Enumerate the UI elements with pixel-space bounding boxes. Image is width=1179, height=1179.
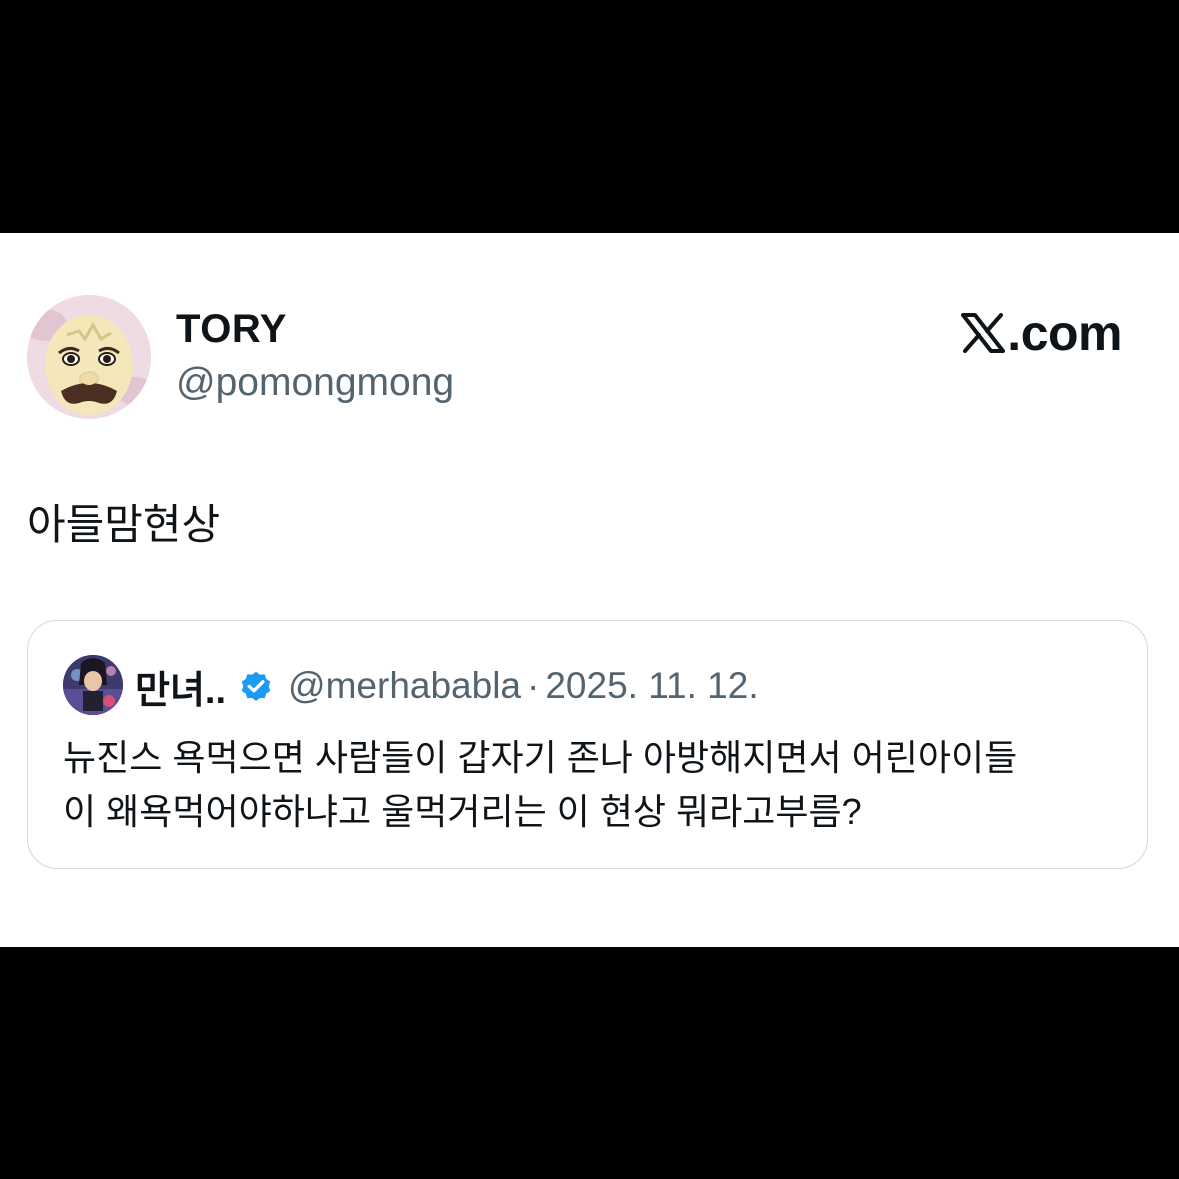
quoted-avatar-illustration — [63, 655, 123, 715]
header-separator: · — [527, 665, 540, 706]
quoted-author-avatar[interactable] — [63, 655, 123, 715]
screenshot-frame: TORY @pomongmong .com 아들맘현상 만녀.. @merhab… — [0, 0, 1179, 1179]
quoted-text-line: 이 왜욕먹어야하냐고 울먹거리는 이 현상 뭐라고부름? — [63, 791, 862, 832]
quoted-author-handle[interactable]: @merhababla — [288, 665, 521, 707]
author-handle[interactable]: @pomongmong — [176, 361, 454, 405]
quoted-tweet-date[interactable]: 2025. 11. 12. — [545, 665, 758, 707]
verified-badge-icon — [241, 671, 271, 701]
quoted-tweet[interactable]: 만녀.. @merhababla · 2025. 11. 12. 뉴진스 욕먹으… — [27, 620, 1148, 869]
quoted-text-line: 뉴진스 욕먹으면 사람들이 갑자기 존나 아방해지면서 어린아이들 — [63, 737, 1018, 778]
tweet-card[interactable]: TORY @pomongmong .com 아들맘현상 만녀.. @merhab… — [0, 233, 1179, 947]
author-avatar[interactable] — [27, 295, 151, 419]
brand-domain-text: .com — [1007, 305, 1122, 361]
quoted-tweet-header: 만녀.. @merhababla · 2025. 11. 12. — [135, 659, 759, 713]
avatar-illustration — [27, 295, 151, 419]
x-logo-icon — [961, 313, 1006, 353]
quoted-author-display-name[interactable]: 만녀.. — [135, 659, 226, 714]
x-brand-watermark: .com — [961, 305, 1122, 361]
tweet-text: 아들맘현상 — [27, 501, 221, 548]
quoted-tweet-text: 뉴진스 욕먹으면 사람들이 갑자기 존나 아방해지면서 어린아이들 이 왜욕먹어… — [63, 731, 1123, 839]
author-display-name[interactable]: TORY — [176, 307, 287, 352]
